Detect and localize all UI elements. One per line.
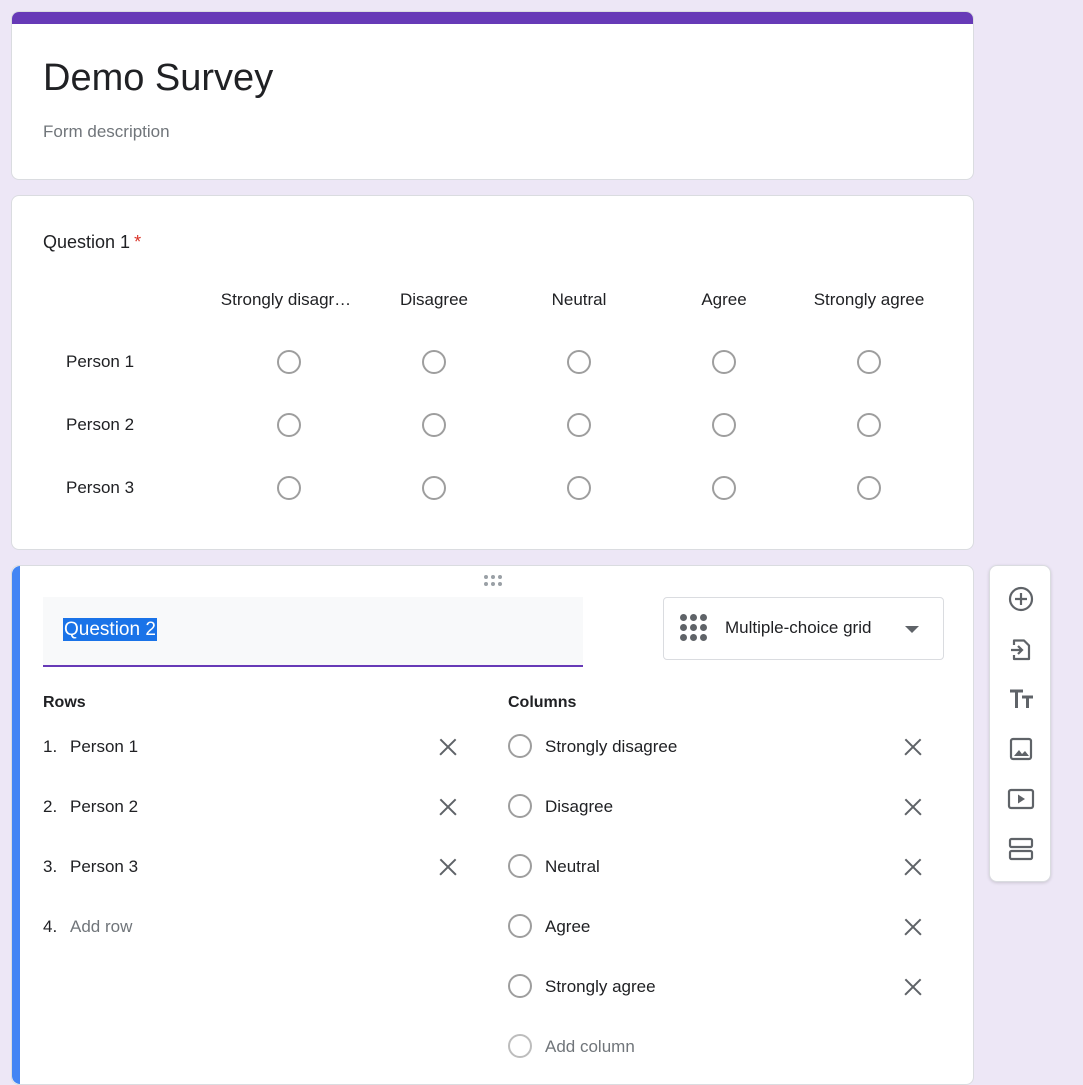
question-title-text: Question 2 bbox=[63, 618, 157, 641]
grid-radio[interactable] bbox=[712, 476, 736, 500]
add-section-icon[interactable] bbox=[1003, 831, 1039, 867]
radio-icon bbox=[508, 1034, 532, 1058]
radio-icon bbox=[508, 794, 532, 818]
row-label[interactable]: Person 2 bbox=[70, 797, 138, 817]
column-label[interactable]: Agree bbox=[545, 917, 590, 937]
row-number: 4. bbox=[43, 917, 58, 936]
grid-radio[interactable] bbox=[422, 350, 446, 374]
question-2-card[interactable]: Question 2 Multiple-choice grid Rows Col… bbox=[11, 565, 974, 1085]
add-image-icon[interactable] bbox=[1003, 731, 1039, 767]
form-description[interactable]: Form description bbox=[43, 122, 170, 142]
radio-icon bbox=[508, 914, 532, 938]
row-number: 2. bbox=[43, 797, 58, 816]
remove-column-icon[interactable] bbox=[901, 975, 925, 999]
remove-row-icon[interactable] bbox=[436, 855, 460, 879]
column-label[interactable]: Neutral bbox=[545, 857, 600, 877]
radio-icon bbox=[508, 854, 532, 878]
question-type-label: Multiple-choice grid bbox=[725, 618, 872, 637]
grid-radio[interactable] bbox=[422, 413, 446, 437]
row-option[interactable]: 3. Person 3 bbox=[43, 852, 473, 882]
grid-radio[interactable] bbox=[567, 413, 591, 437]
row-label[interactable]: Person 1 bbox=[70, 737, 138, 757]
theme-color-bar bbox=[12, 12, 973, 24]
remove-column-icon[interactable] bbox=[901, 855, 925, 879]
grid-column-header: Neutral bbox=[551, 290, 607, 309]
column-label[interactable]: Strongly disagree bbox=[545, 737, 677, 757]
dropdown-arrow-icon bbox=[905, 626, 919, 633]
required-mark: * bbox=[134, 232, 142, 252]
columns-heading: Columns bbox=[508, 694, 577, 711]
question-1-title: Question 1 * bbox=[43, 232, 141, 253]
grid-row-header: Person 3 bbox=[66, 478, 135, 497]
grid-column-header: Agree bbox=[701, 290, 747, 309]
remove-row-icon[interactable] bbox=[436, 795, 460, 819]
remove-column-icon[interactable] bbox=[901, 735, 925, 759]
row-number: 1. bbox=[43, 737, 58, 756]
grid-radio[interactable] bbox=[567, 476, 591, 500]
grid-radio[interactable] bbox=[567, 350, 591, 374]
radio-icon bbox=[508, 974, 532, 998]
grid-radio[interactable] bbox=[712, 350, 736, 374]
remove-row-icon[interactable] bbox=[436, 735, 460, 759]
add-row-option[interactable]: 4. Add row bbox=[43, 912, 473, 942]
grid-radio[interactable] bbox=[422, 476, 446, 500]
grid-radio[interactable] bbox=[277, 413, 301, 437]
row-option[interactable]: 2. Person 2 bbox=[43, 792, 473, 822]
question-type-dropdown[interactable]: Multiple-choice grid bbox=[663, 597, 944, 660]
row-number: 3. bbox=[43, 857, 58, 876]
add-column-option[interactable]: Add column bbox=[508, 1032, 938, 1062]
question-1-title-text: Question 1 bbox=[43, 232, 131, 252]
form-title[interactable]: Demo Survey bbox=[43, 57, 273, 100]
active-question-indicator bbox=[12, 566, 20, 1084]
add-question-icon[interactable] bbox=[1003, 581, 1039, 617]
column-label[interactable]: Disagree bbox=[545, 797, 613, 817]
rows-heading: Rows bbox=[43, 694, 86, 711]
grid-row-header: Person 1 bbox=[66, 352, 135, 371]
grid-radio[interactable] bbox=[712, 413, 736, 437]
column-option[interactable]: Disagree bbox=[508, 792, 938, 822]
grid-icon bbox=[680, 614, 707, 641]
floating-toolbar bbox=[989, 565, 1051, 882]
import-questions-icon[interactable] bbox=[1003, 631, 1039, 667]
column-option[interactable]: Agree bbox=[508, 912, 938, 942]
grid-radio[interactable] bbox=[857, 413, 881, 437]
column-option[interactable]: Strongly disagree bbox=[508, 732, 938, 762]
column-option[interactable]: Neutral bbox=[508, 852, 938, 882]
add-video-icon[interactable] bbox=[1003, 781, 1039, 817]
grid-radio[interactable] bbox=[857, 350, 881, 374]
question-title-input[interactable]: Question 2 bbox=[43, 597, 583, 667]
remove-column-icon[interactable] bbox=[901, 795, 925, 819]
add-row-placeholder[interactable]: Add row bbox=[70, 917, 132, 937]
grid-row-header: Person 2 bbox=[66, 415, 135, 434]
remove-column-icon[interactable] bbox=[901, 915, 925, 939]
column-label[interactable]: Strongly agree bbox=[545, 977, 656, 997]
grid-column-header: Strongly disagr… bbox=[220, 290, 352, 309]
radio-icon bbox=[508, 734, 532, 758]
add-column-placeholder[interactable]: Add column bbox=[545, 1037, 635, 1057]
row-option[interactable]: 1. Person 1 bbox=[43, 732, 473, 762]
grid-column-header: Strongly agree bbox=[813, 290, 925, 309]
question-1-card[interactable]: Question 1 * Strongly disagr… Disagree Ne… bbox=[11, 195, 974, 550]
grid-radio[interactable] bbox=[277, 476, 301, 500]
grid-column-header: Disagree bbox=[399, 290, 469, 309]
form-header-card[interactable]: Demo Survey Form description bbox=[11, 11, 974, 180]
row-label[interactable]: Person 3 bbox=[70, 857, 138, 877]
drag-handle-icon[interactable] bbox=[484, 575, 502, 586]
grid-radio[interactable] bbox=[277, 350, 301, 374]
column-option[interactable]: Strongly agree bbox=[508, 972, 938, 1002]
add-title-icon[interactable] bbox=[1003, 681, 1039, 717]
grid-radio[interactable] bbox=[857, 476, 881, 500]
